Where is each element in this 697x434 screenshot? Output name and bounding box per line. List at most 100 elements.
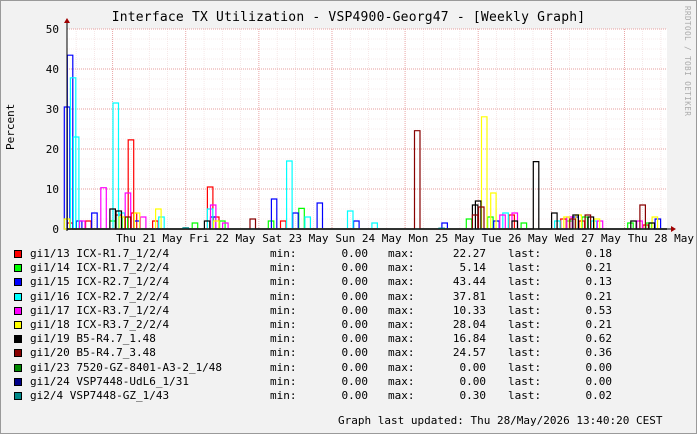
legend-min-value: 0.00 [341, 374, 369, 388]
y-tick-label: 50 [46, 23, 59, 36]
legend-min-value: 0.00 [341, 289, 369, 303]
legend-min-label: min: [270, 374, 297, 388]
legend-max-value: 37.81 [452, 289, 486, 303]
legend-min-label: min: [270, 332, 297, 346]
y-tick-label: 30 [46, 103, 59, 116]
legend-last-value: 0.21 [585, 261, 613, 275]
legend-max-label: max: [388, 261, 415, 275]
legend-min-value: 0.00 [341, 261, 369, 275]
x-tick-label: Thu 28 May [628, 232, 695, 245]
legend-series-name: gi1/20 B5-R4.7_3.48 [30, 346, 156, 360]
x-tick-label: Sun 24 May [335, 232, 402, 245]
legend-max-label: max: [388, 332, 415, 346]
legend-max-label: max: [388, 289, 415, 303]
legend-min-value: 0.00 [341, 332, 369, 346]
legend-series-name: gi1/17 ICX-R3.7_1/2/4 [30, 303, 170, 317]
legend-swatch [14, 391, 22, 400]
x-tick-label: Thu 21 May [116, 232, 183, 245]
legend-last-label: last: [508, 388, 542, 402]
legend-swatch [14, 278, 22, 287]
legend-max-value: 24.57 [452, 346, 486, 360]
legend-last-value: 0.21 [585, 289, 613, 303]
legend-min-value: 0.00 [341, 317, 369, 331]
legend-max-label: max: [388, 247, 415, 260]
legend-last-label: last: [508, 317, 542, 331]
legend-max-value: 22.27 [452, 247, 486, 260]
legend-swatch [14, 349, 22, 358]
legend-swatch [14, 377, 22, 386]
y-tick-label: 0 [52, 223, 59, 236]
legend-last-label: last: [508, 346, 542, 360]
legend-swatch [14, 264, 22, 273]
legend-max-label: max: [388, 317, 415, 331]
legend-series-name: gi1/15 ICX-R2.7_1/2/4 [30, 275, 170, 289]
legend-last-value: 0.53 [585, 303, 613, 317]
legend-min-label: min: [270, 303, 297, 317]
legend-series-name: gi1/13 ICX-R1.7_1/2/4 [30, 247, 170, 260]
legend-max-value: 10.33 [452, 303, 486, 317]
legend-min-label: min: [270, 289, 297, 303]
y-axis-arrow [64, 18, 70, 23]
legend-last-label: last: [508, 261, 542, 275]
legend-max-label: max: [388, 388, 415, 402]
legend-min-label: min: [270, 346, 297, 360]
legend-series-name: gi1/14 ICX-R1.7_2/2/4 [30, 261, 170, 275]
x-tick-label: Tue 26 May [482, 232, 549, 245]
legend-max-value: 43.44 [452, 275, 486, 289]
legend-min-label: min: [270, 261, 297, 275]
legend-max-value: 28.04 [452, 317, 486, 331]
y-tick-label: 40 [46, 63, 59, 76]
legend-max-label: max: [388, 374, 415, 388]
legend-last-value: 0.36 [585, 346, 613, 360]
legend-min-label: min: [270, 275, 297, 289]
legend-min-value: 0.00 [341, 388, 369, 402]
legend-min-value: 0.00 [341, 360, 369, 374]
x-tick-label: Fri 22 May [189, 232, 256, 245]
legend-series-name: gi1/19 B5-R4.7_1.48 [30, 332, 156, 346]
y-tick-label: 20 [46, 143, 59, 156]
legend-max-value: 0.30 [459, 388, 487, 402]
legend-last-label: last: [508, 332, 542, 346]
legend-last-label: last: [508, 275, 542, 289]
x-tick-label: Mon 25 May [409, 232, 476, 245]
legend-swatch [14, 363, 22, 372]
legend-max-label: max: [388, 360, 415, 374]
legend-min-label: min: [270, 388, 297, 402]
legend-swatch [14, 320, 22, 329]
legend-min-label: min: [270, 360, 297, 374]
legend-swatch [14, 335, 22, 344]
legend-last-label: last: [508, 303, 542, 317]
legend-max-label: max: [388, 275, 415, 289]
x-tick-label: Sat 23 May [262, 232, 329, 245]
legend-min-value: 0.00 [341, 275, 369, 289]
legend-last-value: 0.00 [585, 360, 613, 374]
legend-series-name: gi1/18 ICX-R3.7_2/2/4 [30, 317, 170, 331]
legend-last-label: last: [508, 360, 542, 374]
legend-min-label: min: [270, 317, 297, 331]
legend-swatch [14, 250, 22, 258]
legend-max-label: max: [388, 346, 415, 360]
legend-min-value: 0.00 [341, 346, 369, 360]
x-tick-label: Wed 27 May [555, 232, 622, 245]
legend-min-value: 0.00 [341, 247, 369, 260]
legend-last-value: 0.00 [585, 374, 613, 388]
legend-max-label: max: [388, 303, 415, 317]
legend-max-value: 5.14 [459, 261, 487, 275]
legend-last-value: 0.13 [585, 275, 613, 289]
legend-max-value: 0.00 [459, 374, 487, 388]
legend-swatch [14, 306, 22, 315]
grid-lines [67, 28, 667, 230]
legend-max-value: 0.00 [459, 360, 487, 374]
legend-last-value: 0.02 [585, 388, 613, 402]
legend-min-label: min: [270, 247, 297, 260]
legend-last-value: 0.18 [585, 247, 613, 260]
y-tick-label: 10 [46, 183, 59, 196]
legend-last-value: 0.62 [585, 332, 613, 346]
last-updated-text: Graph last updated: Thu 28/May/2026 13:4… [338, 414, 663, 427]
legend-last-label: last: [508, 247, 542, 260]
legend-last-label: last: [508, 374, 542, 388]
legend-last-value: 0.21 [585, 317, 613, 331]
legend-series-name: gi1/24 VSP7448-UdL6_1/31 [30, 374, 189, 388]
legend-min-value: 0.00 [341, 303, 369, 317]
legend-last-label: last: [508, 289, 542, 303]
